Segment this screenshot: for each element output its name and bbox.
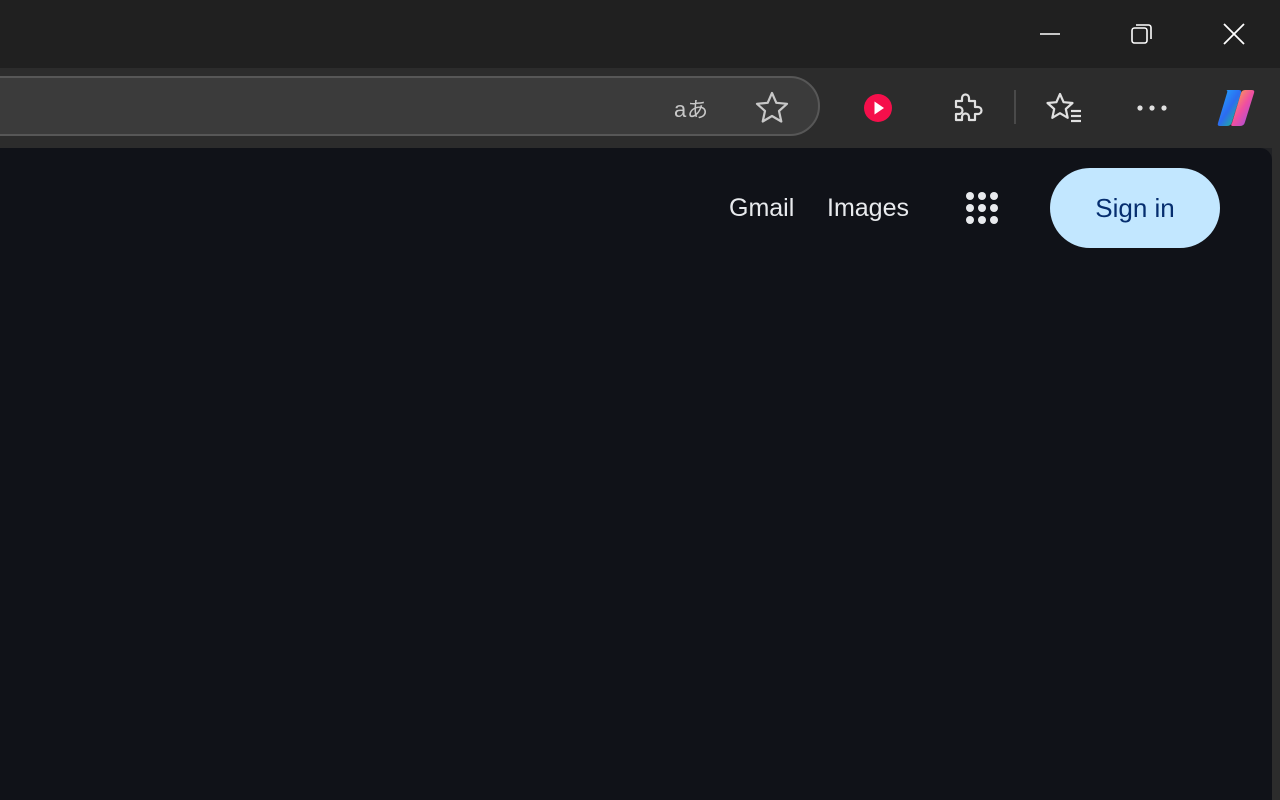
translate-button[interactable]: a あ [664, 80, 720, 136]
google-apps-button[interactable] [952, 178, 1012, 238]
favorites-button[interactable] [1036, 80, 1092, 136]
minimize-button[interactable] [1004, 0, 1096, 68]
images-link[interactable]: Images [827, 188, 909, 228]
window-edge [1272, 148, 1280, 800]
more-icon [1137, 105, 1167, 111]
minimize-icon [1040, 33, 1060, 35]
toolbar-separator [1014, 90, 1016, 124]
translate-icon: a あ [674, 97, 708, 122]
close-icon [1223, 23, 1245, 45]
browser-toolbar: a あ [0, 68, 1280, 148]
puzzle-icon [954, 93, 983, 122]
restore-icon [1131, 24, 1152, 44]
favorites-list-icon [1046, 92, 1081, 123]
restore-button[interactable] [1096, 0, 1188, 68]
more-options-button[interactable] [1124, 80, 1180, 136]
copilot-icon [1217, 90, 1255, 126]
apps-grid-icon [966, 192, 998, 224]
title-bar [0, 0, 1280, 68]
sign-in-button[interactable]: Sign in [1050, 168, 1220, 248]
close-button[interactable] [1188, 0, 1280, 68]
star-icon [755, 91, 789, 123]
gmail-link[interactable]: Gmail [729, 188, 794, 228]
add-favorite-button[interactable] [744, 80, 800, 136]
copilot-button[interactable] [1208, 80, 1264, 136]
extensions-button[interactable] [938, 80, 994, 136]
play-icon [864, 94, 892, 122]
svg-text:a: a [674, 97, 687, 122]
media-control-button[interactable] [850, 80, 906, 136]
page-content: Gmail Images Sign in [0, 148, 1272, 800]
svg-text:あ: あ [687, 98, 708, 122]
